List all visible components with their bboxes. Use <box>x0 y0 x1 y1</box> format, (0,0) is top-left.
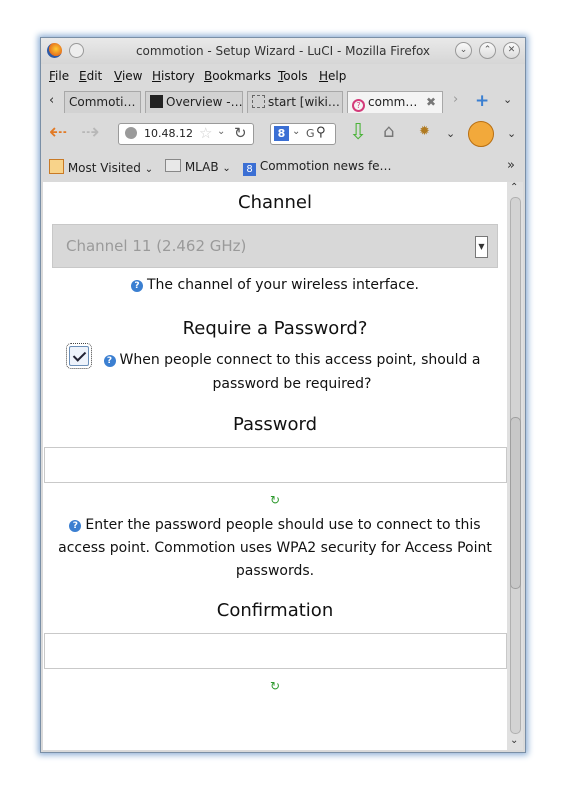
navigation-bar: ⇠ ⇢ 10.48.12 ☆ ⌄ ↻ 8 ⌄ G ⚲ ⇩ ⌂ ✹ ⌄ ⌄ <box>41 118 525 152</box>
tab-label: Overview -… <box>166 95 243 109</box>
search-hint: G <box>306 127 315 140</box>
require-password-help-line2: password be required? <box>212 376 372 392</box>
menu-tools[interactable]: Tools <box>278 69 308 83</box>
menu-file[interactable]: File <box>49 69 69 83</box>
generate-password-icon[interactable]: ↻ <box>269 494 281 506</box>
tab-start-wiki[interactable]: start [wiki… <box>247 91 343 113</box>
channel-select[interactable]: Channel 11 (2.462 GHz) ▼ <box>52 224 498 268</box>
help-icon[interactable]: ? <box>130 280 143 292</box>
bookmark-most-visited[interactable]: Most Visited ⌄ <box>49 159 153 175</box>
menu-history[interactable]: History <box>152 69 195 83</box>
search-engine-icon[interactable]: 8 <box>274 126 289 141</box>
password-help-line2: access point. Commotion uses WPA2 securi… <box>58 540 492 556</box>
generate-confirmation-icon[interactable]: ↻ <box>269 680 281 692</box>
tab-label: comm… <box>368 95 418 109</box>
title-bar: commotion - Setup Wizard - LuCI - Mozill… <box>41 38 525 64</box>
window-title: commotion - Setup Wizard - LuCI - Mozill… <box>135 44 431 58</box>
require-password-heading: Require a Password? <box>182 318 368 339</box>
tab-close-icon[interactable]: ✖ <box>426 95 436 109</box>
require-password-checkbox[interactable] <box>66 343 92 369</box>
scrollbar-thumb[interactable] <box>510 417 521 589</box>
menu-edit[interactable]: Edit <box>79 69 102 83</box>
bookmark-folder-mlab[interactable]: MLAB ⌄ <box>165 159 231 174</box>
tab-scroll-right-icon[interactable]: › <box>453 92 458 107</box>
channel-help-text: The channel of your wireless interface. <box>146 277 420 293</box>
confirmation-input[interactable] <box>44 633 507 669</box>
help-icon[interactable]: ? <box>103 355 116 367</box>
channel-select-value: Channel 11 (2.462 GHz) <box>66 237 247 255</box>
bookmark-label: Most Visited <box>67 161 141 175</box>
most-visited-icon <box>49 159 64 174</box>
terminal-icon <box>150 95 163 108</box>
bookmark-label: MLAB <box>184 160 219 174</box>
tab-scroll-left-icon[interactable]: ‹ <box>49 93 54 108</box>
close-icon[interactable]: ✕ <box>503 42 520 59</box>
menu-view[interactable]: View <box>114 69 142 83</box>
bookmarks-bar: Most Visited ⌄ MLAB ⌄ 8 Commotion news f… <box>41 155 525 180</box>
browser-window: commotion - Setup Wizard - LuCI - Mozill… <box>40 37 526 753</box>
menu-help[interactable]: Help <box>319 69 346 83</box>
url-bar[interactable]: 10.48.12 ☆ ⌄ ↻ <box>118 123 254 145</box>
forward-icon[interactable]: ⇢ <box>81 122 99 144</box>
reload-icon[interactable]: ↻ <box>234 124 247 142</box>
home-icon[interactable]: ⌂ <box>383 121 394 142</box>
back-icon[interactable]: ⇠ <box>49 122 67 144</box>
help-page-icon: ? <box>352 99 365 112</box>
folder-icon <box>165 159 181 172</box>
scroll-down-icon[interactable]: ⌄ <box>510 735 518 746</box>
magnifier-icon[interactable]: ⚲ <box>316 125 326 140</box>
require-password-help-line1: When people connect to this access point… <box>119 352 481 368</box>
select-arrow-icon: ▼ <box>475 236 488 258</box>
password-help-line1: Enter the password people should use to … <box>85 517 481 533</box>
help-icon[interactable]: ? <box>69 520 82 532</box>
download-icon[interactable]: ⇩ <box>349 120 367 145</box>
tab-label: start [wiki… <box>268 95 340 109</box>
page-scrollbar[interactable]: ⌃ ⌄ <box>507 182 523 750</box>
channel-heading: Channel <box>238 192 312 213</box>
dropdown-icon[interactable]: ⌄ <box>217 126 225 137</box>
bookmark-star-icon[interactable]: ☆ <box>199 124 212 142</box>
menu-bar: File Edit View History Bookmarks Tools H… <box>41 64 525 86</box>
menu-bookmarks[interactable]: Bookmarks <box>204 69 271 83</box>
password-input[interactable] <box>44 447 507 483</box>
password-heading: Password <box>232 414 318 435</box>
tab-label: Commoti… <box>69 95 136 109</box>
page-icon <box>252 95 265 108</box>
scroll-up-icon[interactable]: ⌃ <box>510 182 518 193</box>
chevron-down-icon: ⌄ <box>144 164 154 175</box>
minimize-icon[interactable]: ⌄ <box>455 42 472 59</box>
globe-icon <box>125 127 137 139</box>
tab-commotion[interactable]: Commoti… <box>64 91 141 113</box>
url-text: 10.48.12 <box>144 127 193 140</box>
tab-overview[interactable]: Overview -… <box>145 91 243 113</box>
tab-commotion-active[interactable]: ? comm… ✖ <box>347 91 443 113</box>
greasemonkey-icon[interactable] <box>468 121 494 147</box>
google-icon: 8 <box>243 163 256 176</box>
bookmark-commotion-news[interactable]: 8 Commotion news fe… <box>243 159 392 176</box>
chevron-down-icon: ⌄ <box>222 163 231 174</box>
password-help-line3: passwords. <box>235 563 315 579</box>
bookmark-label: Commotion news fe… <box>259 159 392 173</box>
page-content: Channel Channel 11 (2.462 GHz) ▼ ? The ch… <box>43 182 507 750</box>
search-engine-dropdown-icon[interactable]: ⌄ <box>292 126 300 137</box>
confirmation-heading: Confirmation <box>216 600 334 621</box>
require-password-help: ? When people connect to this access poin… <box>97 348 487 396</box>
new-tab-icon[interactable]: + <box>475 91 489 111</box>
channel-help: ? The channel of your wireless interface. <box>43 273 507 297</box>
maximize-icon[interactable]: ⌃ <box>479 42 496 59</box>
bookmarks-overflow-icon[interactable]: » <box>507 158 515 173</box>
tab-bar: ‹ Commoti… Overview -… start [wiki… ? com… <box>41 88 525 115</box>
mouse-cursor-icon <box>388 380 402 396</box>
search-bar[interactable]: 8 ⌄ G ⚲ <box>270 123 336 145</box>
tab-list-icon[interactable]: ⌄ <box>503 93 512 106</box>
addon-dropdown-icon[interactable]: ⌄ <box>446 127 455 140</box>
greasemonkey-dropdown-icon[interactable]: ⌄ <box>507 127 516 140</box>
addon-bug-icon[interactable]: ✹ <box>419 124 430 139</box>
password-help: ? Enter the password people should use to… <box>43 514 507 583</box>
